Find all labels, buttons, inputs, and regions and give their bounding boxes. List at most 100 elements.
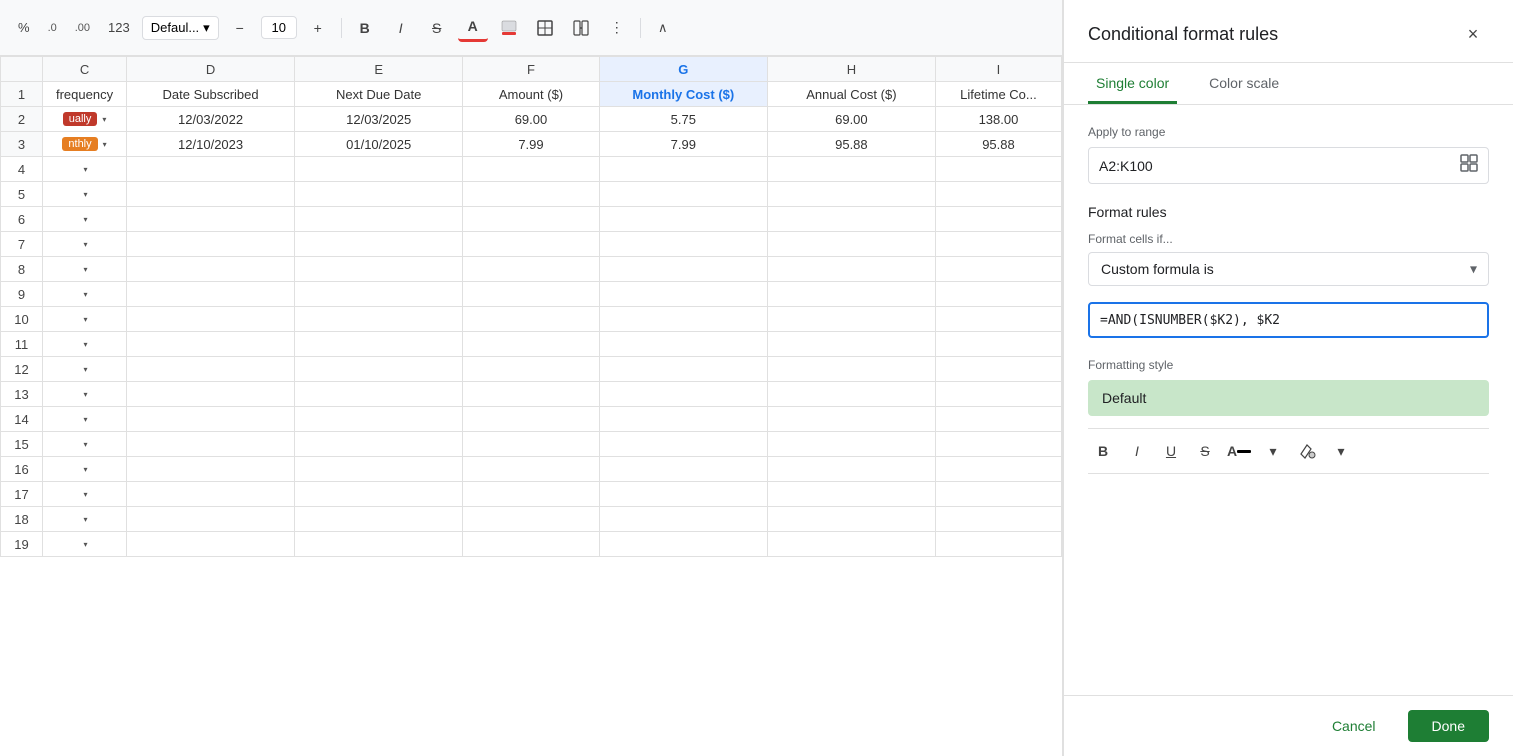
bold-button[interactable]: B <box>350 14 380 42</box>
merge-button[interactable] <box>566 14 596 42</box>
panel-footer: Cancel Done <box>1064 695 1513 756</box>
table-row: 6▾ <box>1 207 1062 232</box>
font-size-increase-button[interactable]: + <box>303 14 333 42</box>
cell-C2[interactable]: ually ▾ <box>43 107 127 132</box>
collapse-toolbar-button[interactable]: ∧ <box>649 14 677 42</box>
frequency-badge-2: ually <box>63 112 98 126</box>
header-amount[interactable]: Amount ($) <box>463 82 600 107</box>
format-text-color-dropdown[interactable]: ▾ <box>1258 437 1288 465</box>
fill-color-icon <box>501 20 517 36</box>
dropdown-arrow[interactable]: ▾ <box>84 515 88 524</box>
col-header-H[interactable]: H <box>767 57 935 82</box>
condition-select[interactable]: Custom formula is <box>1088 252 1489 286</box>
font-size-box[interactable]: 10 <box>261 16 297 39</box>
cancel-button[interactable]: Cancel <box>1312 710 1396 742</box>
format-fill-color-dropdown[interactable]: ▾ <box>1326 437 1356 465</box>
cell-I2[interactable]: 138.00 <box>935 107 1061 132</box>
dropdown-arrow[interactable]: ▾ <box>84 365 88 374</box>
toolbar-divider-1 <box>341 18 342 38</box>
row-num-3: 3 <box>1 132 43 157</box>
apply-to-range-label: Apply to range <box>1088 125 1489 139</box>
format-bold-button[interactable]: B <box>1088 437 1118 465</box>
cell-F3[interactable]: 7.99 <box>463 132 600 157</box>
dropdown-arrow[interactable]: ▾ <box>84 315 88 324</box>
borders-icon <box>537 20 553 36</box>
header-date-subscribed[interactable]: Date Subscribed <box>127 82 295 107</box>
format-123-button[interactable]: 123 <box>102 16 136 39</box>
header-monthly-cost[interactable]: Monthly Cost ($) <box>599 82 767 107</box>
cell-D3[interactable]: 12/10/2023 <box>127 132 295 157</box>
cell-C3[interactable]: nthly ▾ <box>43 132 127 157</box>
col-header-I[interactable]: I <box>935 57 1061 82</box>
text-color-button[interactable]: A <box>458 14 488 42</box>
column-header-row: C D E F G H I <box>1 57 1062 82</box>
header-next-due-date[interactable]: Next Due Date <box>295 82 463 107</box>
dropdown-arrow-3[interactable]: ▾ <box>103 140 107 149</box>
col-header-D[interactable]: D <box>127 57 295 82</box>
more-options-button[interactable]: ⋮ <box>602 14 632 42</box>
cell-I3[interactable]: 95.88 <box>935 132 1061 157</box>
cell-E2[interactable]: 12/03/2025 <box>295 107 463 132</box>
dropdown-arrow[interactable]: ▾ <box>84 265 88 274</box>
dropdown-arrow[interactable]: ▾ <box>84 440 88 449</box>
table-row: 8▾ <box>1 257 1062 282</box>
data-header-row: 1 frequency Date Subscribed Next Due Dat… <box>1 82 1062 107</box>
format-italic-button[interactable]: I <box>1122 437 1152 465</box>
italic-button[interactable]: I <box>386 14 416 42</box>
row-num-header: 1 <box>1 82 43 107</box>
cell-E3[interactable]: 01/10/2025 <box>295 132 463 157</box>
font-size-decrease-button[interactable]: − <box>225 14 255 42</box>
dropdown-arrow[interactable]: ▾ <box>84 465 88 474</box>
table-row: 10▾ <box>1 307 1062 332</box>
dropdown-arrow[interactable]: ▾ <box>84 540 88 549</box>
dropdown-arrow[interactable]: ▾ <box>84 215 88 224</box>
cell-G2[interactable]: 5.75 <box>599 107 767 132</box>
close-panel-button[interactable]: × <box>1457 18 1489 50</box>
dropdown-arrow[interactable]: ▾ <box>84 390 88 399</box>
dropdown-arrow[interactable]: ▾ <box>84 290 88 299</box>
decimal-increase-button[interactable]: .00 <box>69 18 96 38</box>
header-frequency[interactable]: frequency <box>43 82 127 107</box>
format-text-color-button[interactable]: A <box>1224 437 1254 465</box>
cell-G3[interactable]: 7.99 <box>599 132 767 157</box>
col-header-E[interactable]: E <box>295 57 463 82</box>
borders-button[interactable] <box>530 14 560 42</box>
dropdown-arrow[interactable]: ▾ <box>84 340 88 349</box>
strikethrough-button[interactable]: S <box>422 14 452 42</box>
dropdown-arrow[interactable]: ▾ <box>84 490 88 499</box>
table-row: 5▾ <box>1 182 1062 207</box>
col-header-F[interactable]: F <box>463 57 600 82</box>
dropdown-arrow[interactable]: ▾ <box>84 415 88 424</box>
done-button[interactable]: Done <box>1408 710 1489 742</box>
table-row: 14▾ <box>1 407 1062 432</box>
cell-H2[interactable]: 69.00 <box>767 107 935 132</box>
range-grid-icon[interactable] <box>1460 154 1478 177</box>
table-row: 18▾ <box>1 507 1062 532</box>
cell-H3[interactable]: 95.88 <box>767 132 935 157</box>
table-row: 3 nthly ▾ 12/10/2023 01/10/2025 7.99 7.9… <box>1 132 1062 157</box>
col-header-G[interactable]: G <box>599 57 767 82</box>
default-style-box[interactable]: Default <box>1088 380 1489 416</box>
dropdown-arrow[interactable]: ▾ <box>84 165 88 174</box>
percent-button[interactable]: % <box>12 16 36 39</box>
formula-input[interactable] <box>1100 313 1477 328</box>
dropdown-arrow[interactable]: ▾ <box>84 190 88 199</box>
header-lifetime-cost[interactable]: Lifetime Co... <box>935 82 1061 107</box>
dropdown-arrow-2[interactable]: ▾ <box>102 115 106 124</box>
header-annual-cost[interactable]: Annual Cost ($) <box>767 82 935 107</box>
grid-body: 2 ually ▾ 12/03/2022 12/03/2025 69.00 5.… <box>1 107 1062 557</box>
range-input-wrapper <box>1088 147 1489 184</box>
col-header-C[interactable]: C <box>43 57 127 82</box>
tab-color-scale[interactable]: Color scale <box>1201 63 1287 104</box>
range-input[interactable] <box>1099 158 1460 174</box>
format-strikethrough-button[interactable]: S <box>1190 437 1220 465</box>
tab-single-color[interactable]: Single color <box>1088 63 1177 104</box>
decimal-decrease-button[interactable]: .0 <box>42 18 63 38</box>
font-selector[interactable]: Defaul... ▾ <box>142 16 219 40</box>
cell-F2[interactable]: 69.00 <box>463 107 600 132</box>
dropdown-arrow[interactable]: ▾ <box>84 240 88 249</box>
format-underline-button[interactable]: U <box>1156 437 1186 465</box>
format-fill-color-button[interactable] <box>1292 437 1322 465</box>
fill-color-button[interactable] <box>494 14 524 42</box>
cell-D2[interactable]: 12/03/2022 <box>127 107 295 132</box>
